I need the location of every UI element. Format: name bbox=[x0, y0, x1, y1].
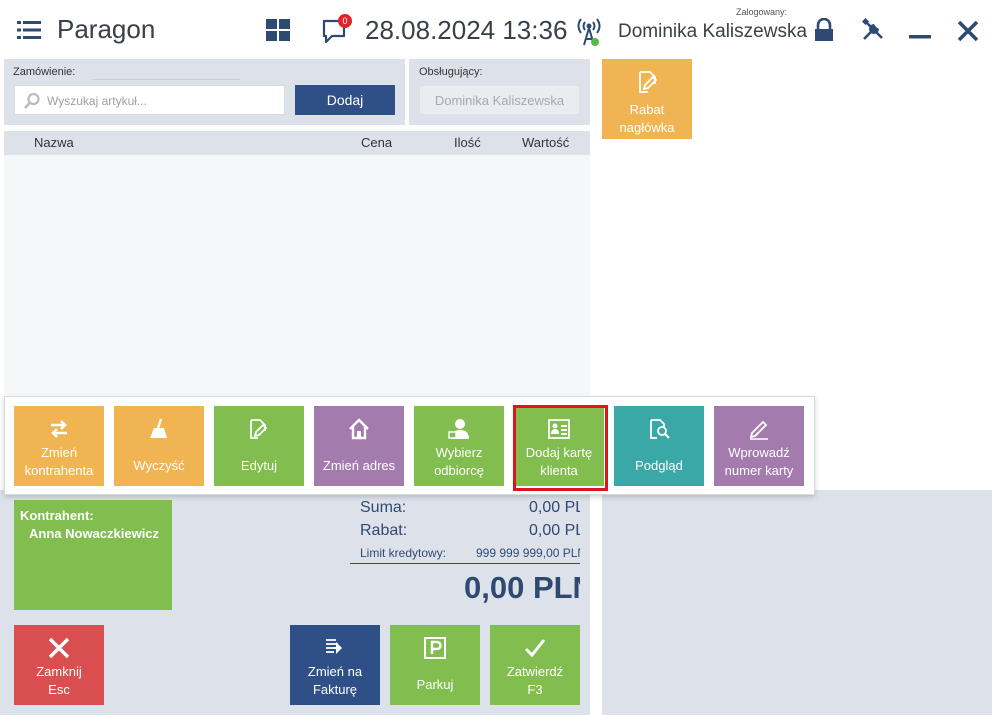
tile-line1: Podgląd bbox=[635, 458, 683, 473]
user-name: Dominika Kaliszewska bbox=[618, 21, 808, 42]
pos-receipt-window: Paragon 0 28.08.2024 13:36 Zalogowany: D… bbox=[0, 0, 998, 724]
park-button[interactable]: Parkuj bbox=[390, 625, 480, 705]
minimize-icon[interactable] bbox=[909, 34, 931, 40]
close-line1: Zamknij bbox=[36, 664, 82, 679]
logged-in-label: Zalogowany: bbox=[736, 7, 788, 17]
order-panel: Zamówienie: Dodaj bbox=[4, 59, 405, 125]
tile-line2: odbiorcę bbox=[434, 463, 484, 478]
table-header: Nazwa Cena Ilość Wartość bbox=[4, 131, 590, 155]
tile-line1: Edytuj bbox=[240, 458, 278, 473]
summary-divider bbox=[350, 563, 580, 564]
header-discount-label: Rabat nagłówka bbox=[602, 101, 692, 137]
order-label: Zamówienie: bbox=[13, 66, 76, 78]
header-discount-button[interactable]: Rabat nagłówka bbox=[602, 59, 692, 139]
close-button[interactable]: Zamknij Esc bbox=[14, 625, 104, 705]
edit-icon bbox=[250, 419, 268, 439]
right-panel bbox=[602, 490, 992, 715]
signal-icon bbox=[577, 18, 601, 46]
server-field: Dominika Kaliszewska bbox=[419, 85, 580, 115]
preview-button[interactable]: Podgląd bbox=[614, 406, 704, 486]
column-price[interactable]: Cena bbox=[361, 135, 392, 150]
preview-icon bbox=[650, 419, 670, 439]
highlight-frame bbox=[513, 405, 608, 491]
contractor-name: Anna Nowaczkiewicz bbox=[29, 526, 160, 541]
tile-line1: Wprowadź bbox=[728, 445, 790, 460]
confirm-line1: Zatwierdź bbox=[506, 664, 564, 679]
tile-line1: Zmień adres bbox=[322, 458, 396, 473]
discount-edit-icon bbox=[639, 71, 658, 93]
server-panel: Obsługujący: Dominika Kaliszewska bbox=[409, 59, 590, 125]
credit-limit-value: 999 999 999,00 PLN bbox=[476, 546, 580, 560]
tile-line1: Wyczyść bbox=[133, 458, 185, 473]
invoice-line2: Fakturę bbox=[312, 682, 358, 697]
tile-label: Wprowadź numer karty bbox=[714, 444, 804, 480]
top-bar: Paragon 0 28.08.2024 13:36 Zalogowany: D… bbox=[0, 0, 998, 58]
confirm-label: Zatwierdź F3 bbox=[490, 663, 580, 699]
close-x-icon bbox=[48, 637, 70, 659]
sum-label: Suma: bbox=[360, 499, 407, 516]
confirm-button[interactable]: Zatwierdź F3 bbox=[490, 625, 580, 705]
park-label: Parkuj bbox=[416, 677, 454, 692]
choose-recipient-button[interactable]: Wybierz odbiorcę bbox=[414, 406, 504, 486]
menu-icon[interactable] bbox=[17, 20, 41, 40]
tile-label: Wybierz odbiorcę bbox=[414, 444, 504, 480]
customer-actions-popup: Zmień kontrahenta Wyczyść Edytuj Zmień a… bbox=[4, 396, 815, 495]
tile-line2: numer karty bbox=[724, 463, 794, 478]
discount-label: Rabat: bbox=[360, 522, 408, 539]
close-line2: Esc bbox=[48, 682, 70, 697]
column-quantity[interactable]: Ilość bbox=[454, 135, 481, 150]
total-amount: 0,00 PLN bbox=[440, 570, 580, 606]
discount-value: 0,00 PLN bbox=[529, 522, 580, 539]
close-icon[interactable] bbox=[957, 20, 979, 42]
lock-icon[interactable] bbox=[813, 18, 835, 42]
sum-value: 0,00 PLN bbox=[529, 499, 580, 516]
edit-button[interactable]: Edytuj bbox=[214, 406, 304, 486]
change-address-button[interactable]: Zmień adres bbox=[314, 406, 404, 486]
contractor-tile[interactable]: Kontrahent: Anna Nowaczkiewicz bbox=[14, 500, 172, 610]
invoice-line1: Zmień na bbox=[307, 664, 363, 679]
enter-card-number-button[interactable]: Wprowadź numer karty bbox=[714, 406, 804, 486]
invoice-icon bbox=[326, 639, 342, 654]
search-icon bbox=[24, 92, 40, 109]
tile-line1: Zmień bbox=[40, 445, 78, 460]
checkmark-icon bbox=[524, 639, 546, 658]
server-label: Obsługujący: bbox=[419, 66, 483, 78]
tile-line2: kontrahenta bbox=[24, 463, 94, 478]
change-to-invoice-button[interactable]: Zmień na Fakturę bbox=[290, 625, 380, 705]
header-discount-line2: nagłówka bbox=[619, 120, 675, 135]
contractor-label: Kontrahent: bbox=[20, 508, 94, 523]
pencil-icon bbox=[749, 420, 768, 440]
broom-icon bbox=[150, 418, 167, 438]
invoice-label: Zmień na Fakturę bbox=[290, 663, 380, 699]
confirm-line2: F3 bbox=[527, 682, 543, 697]
clear-button[interactable]: Wyczyść bbox=[114, 406, 204, 486]
app-title: Paragon bbox=[57, 14, 156, 44]
header-discount-line1: Rabat bbox=[629, 102, 665, 117]
notification-badge: 0 bbox=[338, 14, 352, 28]
credit-limit-label: Limit kredytowy: bbox=[360, 546, 447, 560]
datetime-display: 28.08.2024 13:36 bbox=[365, 15, 568, 45]
column-value[interactable]: Wartość bbox=[522, 135, 569, 150]
items-table: Nazwa Cena Ilość Wartość bbox=[4, 131, 590, 395]
home-icon bbox=[349, 418, 369, 440]
column-name[interactable]: Nazwa bbox=[34, 135, 74, 150]
search-box[interactable] bbox=[14, 85, 285, 115]
total-amount-text: 0,00 PLN bbox=[464, 570, 580, 605]
add-button[interactable]: Dodaj bbox=[295, 85, 395, 115]
tile-label: Zmień kontrahenta bbox=[14, 444, 104, 480]
order-divider bbox=[92, 79, 240, 80]
change-contractor-button[interactable]: Zmień kontrahenta bbox=[14, 406, 104, 486]
swap-arrows-icon bbox=[51, 420, 67, 438]
tile-line1: Wybierz bbox=[435, 445, 483, 460]
grid-icon[interactable] bbox=[266, 19, 290, 41]
parking-icon bbox=[424, 637, 446, 659]
recipient-icon bbox=[448, 419, 469, 439]
search-input[interactable] bbox=[47, 90, 277, 112]
close-label: Zamknij Esc bbox=[14, 663, 104, 699]
tools-icon[interactable] bbox=[861, 18, 885, 42]
